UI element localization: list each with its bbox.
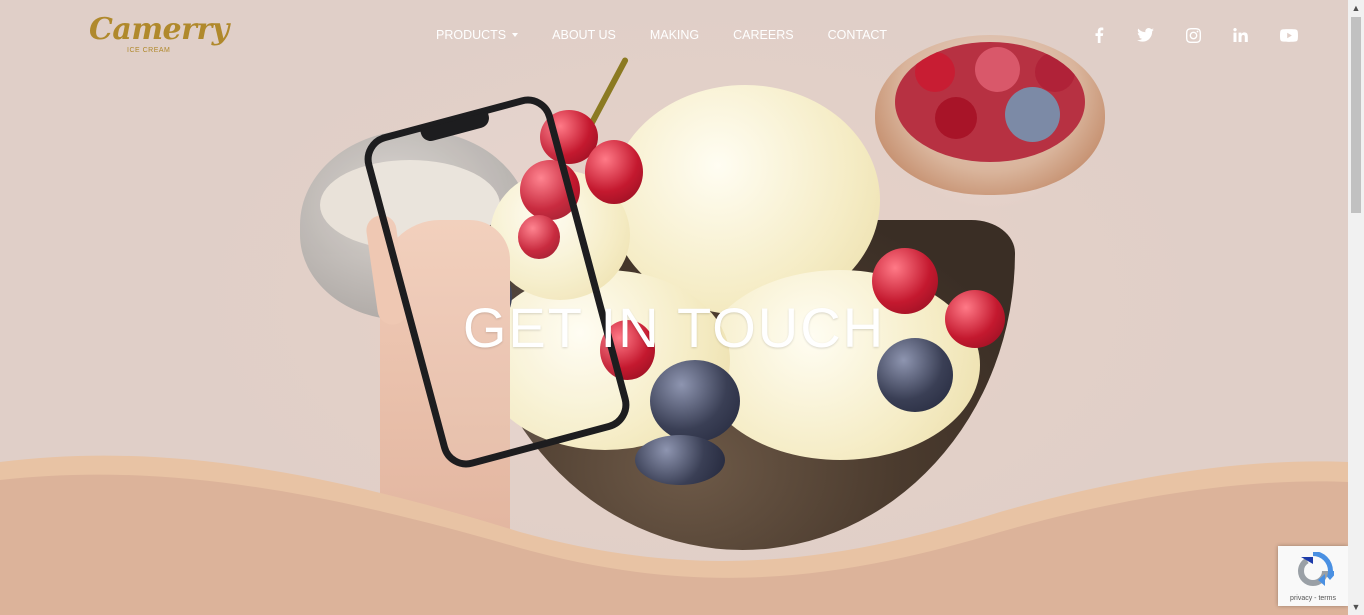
scrollbar-thumb[interactable]	[1351, 17, 1361, 213]
facebook-icon[interactable]	[1089, 26, 1109, 44]
instagram-icon[interactable]	[1183, 26, 1203, 44]
recaptcha-icon	[1298, 552, 1334, 586]
page: GET IN TOUCH Camerry ICE CREAM PRODUCTS …	[0, 0, 1348, 615]
page-scrollbar[interactable]: ▲ ▼	[1348, 0, 1364, 615]
raspberry	[585, 140, 643, 204]
brand-tagline: ICE CREAM	[127, 47, 171, 54]
nav-item-label: CAREERS	[733, 28, 794, 42]
page-title: GET IN TOUCH	[462, 296, 886, 359]
main-nav: PRODUCTS ABOUT US MAKING CAREERS CONTACT	[436, 27, 921, 43]
brand-logo[interactable]: Camerry ICE CREAM	[89, 12, 229, 55]
scroll-up-arrow-icon[interactable]: ▲	[1348, 0, 1364, 16]
scroll-down-arrow-icon[interactable]: ▼	[1348, 599, 1364, 615]
nav-item-label: PRODUCTS	[436, 28, 507, 42]
blueberry	[650, 360, 740, 442]
caret-down-icon	[512, 33, 519, 37]
wave-divider	[0, 455, 1348, 615]
linkedin-icon[interactable]	[1230, 26, 1250, 44]
nav-item-label: ABOUT US	[552, 28, 616, 42]
recaptcha-badge[interactable]: privacy - terms	[1278, 546, 1348, 606]
youtube-icon[interactable]	[1279, 26, 1299, 44]
nav-item-label: CONTACT	[827, 28, 888, 42]
nav-item-contact[interactable]: CONTACT	[828, 27, 888, 43]
nav-item-about-us[interactable]: ABOUT US	[552, 27, 616, 43]
nav-item-products[interactable]: PRODUCTS	[436, 27, 519, 43]
nav-item-making[interactable]: MAKING	[650, 27, 699, 43]
berries-image	[895, 42, 1085, 162]
brand-name: Camerry	[89, 12, 229, 47]
twitter-icon[interactable]	[1135, 26, 1155, 44]
nav-item-careers[interactable]: CAREERS	[733, 27, 793, 43]
nav-item-label: MAKING	[649, 28, 700, 42]
recaptcha-links: privacy - terms	[1290, 595, 1336, 602]
